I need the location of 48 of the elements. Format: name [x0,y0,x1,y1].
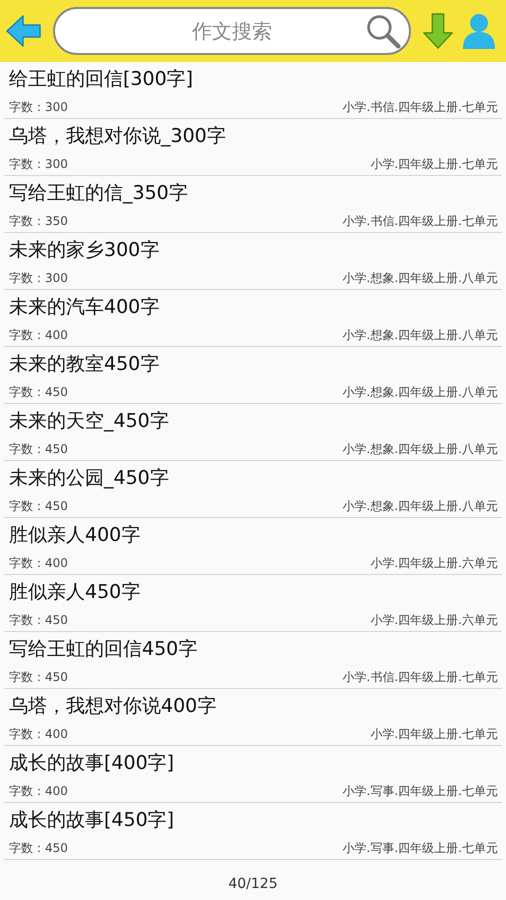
word-count: 字数：400 [9,726,68,742]
essay-title[interactable]: 成长的故事[400字] [9,746,498,776]
user-icon[interactable] [461,12,497,50]
essay-category: 小学.想象.四年级上册.八单元 [342,384,498,400]
search-field[interactable]: 作文搜索 [53,7,411,55]
essay-category: 小学.书信.四年级上册.七单元 [342,669,498,685]
back-arrow-icon[interactable] [5,14,43,48]
essay-category: 小学.四年级上册.六单元 [370,555,498,571]
word-count: 字数：450 [9,441,68,457]
word-count: 字数：400 [9,783,68,799]
down-arrow-icon[interactable] [421,11,455,51]
word-count: 字数：400 [9,555,68,571]
essay-category: 小学.写事.四年级上册.七单元 [342,840,498,856]
essay-title[interactable]: 给王虹的回信[300字] [9,62,498,92]
essay-title[interactable]: 未来的公园_450字 [9,461,498,491]
search-icon[interactable] [365,13,401,49]
word-count: 字数：450 [9,612,68,628]
essay-category: 小学.四年级上册.六单元 [370,612,498,628]
word-count: 字数：300 [9,156,68,172]
word-count: 字数：450 [9,384,68,400]
page-counter: 40/125 [228,876,278,892]
word-count: 字数：300 [9,270,68,286]
essay-title[interactable]: 乌塔，我想对你说_300字 [9,119,498,149]
word-count: 字数：450 [9,669,68,685]
essay-category: 小学.想象.四年级上册.八单元 [342,498,498,514]
essay-category: 小学.四年级上册.七单元 [370,726,498,742]
essay-category: 小学.想象.四年级上册.八单元 [342,327,498,343]
essay-title[interactable]: 未来的教室450字 [9,347,498,377]
essay-title[interactable]: 乌塔，我想对你说400字 [9,689,498,719]
essay-title[interactable]: 胜似亲人400字 [9,518,498,548]
essay-title[interactable]: 未来的家乡300字 [9,233,498,263]
word-count: 字数：400 [9,327,68,343]
essay-category: 小学.四年级上册.七单元 [370,156,498,172]
word-count: 字数：300 [9,99,68,115]
essay-category: 小学.写事.四年级上册.七单元 [342,783,498,799]
essay-title[interactable]: 胜似亲人450字 [9,575,498,605]
word-count: 字数：450 [9,840,68,856]
word-count: 字数：450 [9,498,68,514]
essay-title[interactable]: 成长的故事[450字] [9,803,498,833]
essay-category: 小学.想象.四年级上册.八单元 [342,270,498,286]
essay-category: 小学.书信.四年级上册.七单元 [342,99,498,115]
essay-title[interactable]: 写给王虹的回信450字 [9,632,498,662]
word-count: 字数：350 [9,213,68,229]
essay-category: 小学.书信.四年级上册.七单元 [342,213,498,229]
essay-category: 小学.想象.四年级上册.八单元 [342,441,498,457]
essay-title[interactable]: 未来的天空_450字 [9,404,498,434]
essay-title[interactable]: 写给王虹的信_350字 [9,176,498,206]
essay-title[interactable]: 未来的汽车400字 [9,290,498,320]
